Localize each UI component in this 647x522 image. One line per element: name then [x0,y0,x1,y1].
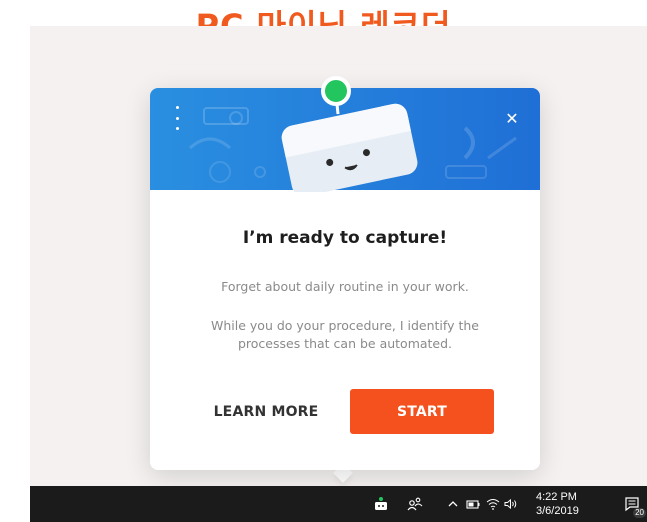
clock-date: 3/6/2019 [536,505,579,517]
capture-popup: ✕ I’m ready to capture! Forget about dai… [150,76,540,470]
start-button[interactable]: START [350,389,494,434]
action-center-button[interactable]: 20 [618,486,646,522]
popup-description: Forget about daily routine in your work. [221,279,469,294]
network-button[interactable] [484,486,502,522]
wifi-icon [486,499,500,510]
popup-title: I’m ready to capture! [242,228,448,248]
notification-count-badge: 20 [633,508,646,518]
learn-more-button[interactable]: LEARN MORE [194,389,338,434]
volume-button[interactable] [502,486,520,522]
robot-tray-icon [375,497,387,510]
volume-icon [504,498,517,510]
taskbar: 4:22 PM 3/6/2019 20 [30,486,647,522]
menu-dot-icon [175,127,179,130]
robot-mascot-icon [281,76,418,192]
people-icon [407,497,423,511]
menu-button[interactable] [170,106,184,130]
battery-button[interactable] [464,486,482,522]
menu-dot-icon [175,116,179,120]
clock-time: 4:22 PM [536,491,577,503]
close-button[interactable]: ✕ [500,106,524,130]
close-icon: ✕ [505,108,519,128]
chevron-up-icon [448,501,458,507]
menu-dot-icon [175,106,179,109]
people-tray-button[interactable] [404,486,426,522]
popup-detail: While you do your procedure, I identify … [211,318,479,351]
clock-button[interactable]: 4:22 PM 3/6/2019 [536,486,600,522]
robot-tray-button[interactable] [370,486,392,522]
show-hidden-icons-button[interactable] [444,486,462,522]
battery-icon [466,500,480,509]
